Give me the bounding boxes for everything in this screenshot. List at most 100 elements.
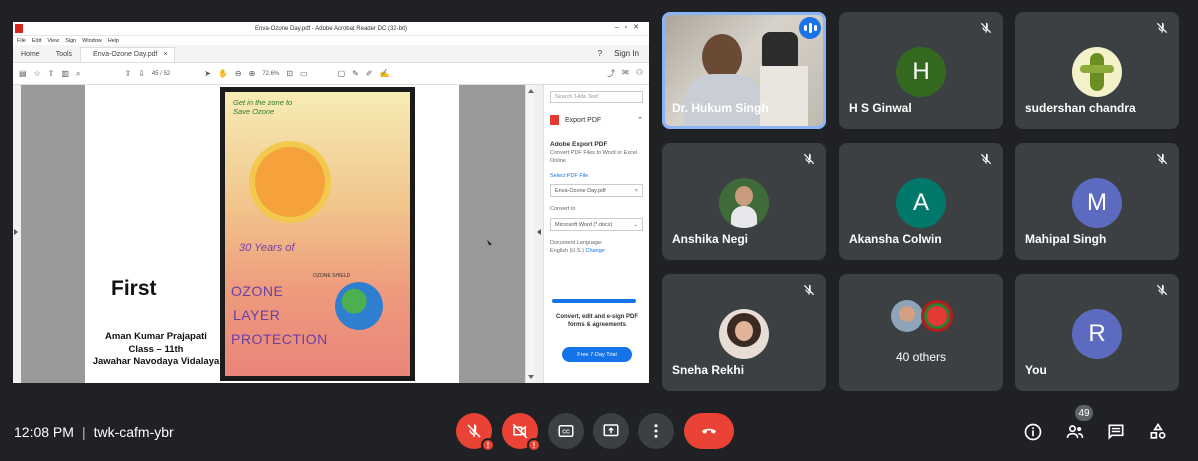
participant-name: sudershan chandra: [1025, 101, 1136, 115]
right-panel-toggle-icon[interactable]: [535, 85, 543, 383]
help-icon[interactable]: ?: [598, 49, 602, 58]
camera-button[interactable]: !: [502, 413, 541, 452]
document-viewport: First Aman Kumar Prajapati Class – 11th …: [13, 85, 649, 383]
fit-page-icon[interactable]: ⊡: [286, 69, 293, 78]
vertical-scrollbar[interactable]: [525, 85, 535, 383]
menu-help[interactable]: Help: [108, 38, 119, 44]
share-user-icon[interactable]: ⚇: [636, 68, 643, 79]
sign-icon[interactable]: ✍: [380, 69, 390, 78]
change-language-link[interactable]: Change: [585, 248, 604, 254]
print-icon[interactable]: ▥: [61, 69, 69, 78]
participant-tile-mahipal-singh[interactable]: M Mahipal Singh: [1015, 143, 1179, 260]
student-name: Aman Kumar Prajapati: [105, 331, 207, 342]
poster-artwork: Get in the zone to Save Ozone 30 Years o…: [225, 92, 410, 376]
free-trial-button[interactable]: Free 7-Day Trial: [562, 347, 632, 362]
prev-page-icon[interactable]: ⇧: [124, 69, 131, 78]
chat-button[interactable]: [1102, 418, 1130, 446]
scroll-down-icon[interactable]: [528, 375, 534, 379]
student-class: Class – 11th: [128, 343, 184, 355]
mic-off-icon: [980, 153, 992, 165]
scroll-up-icon[interactable]: [528, 89, 534, 93]
convert-to-select[interactable]: Microsoft Word (*.docx) ⌄: [550, 218, 643, 231]
export-pdf-header[interactable]: Export PDF ⌃: [544, 103, 649, 125]
share-icon[interactable]: ⤴: [607, 68, 615, 79]
people-icon: [1066, 425, 1084, 438]
email-icon[interactable]: ✉: [622, 68, 629, 79]
activities-button[interactable]: [1144, 418, 1172, 446]
zoom-out-icon[interactable]: ⊖: [235, 69, 242, 78]
leave-call-button[interactable]: [684, 413, 734, 449]
participant-tile-others[interactable]: 40 others: [839, 274, 1003, 391]
participant-tile-sneha-rekhi[interactable]: Sneha Rekhi: [662, 274, 826, 391]
participant-name: Akansha Colwin: [849, 232, 942, 246]
menu-window[interactable]: Window: [82, 38, 102, 44]
microphone-button[interactable]: !: [456, 413, 495, 452]
bookmark-star-icon[interactable]: ☆: [34, 69, 41, 78]
convert-to-value: Microsoft Word (*.docx): [555, 222, 613, 228]
menu-edit[interactable]: Edit: [32, 38, 41, 44]
find-icon[interactable]: ⌕: [76, 69, 80, 79]
export-panel-desc: Convert PDF Files to Word or Excel Onlin…: [550, 150, 638, 164]
people-button[interactable]: [1061, 418, 1089, 446]
hand-tool-icon[interactable]: ✋: [218, 69, 228, 78]
participant-tile-sudershan-chandra[interactable]: sudershan chandra: [1015, 12, 1179, 129]
tab-tools[interactable]: Tools: [48, 51, 80, 62]
participant-tile-akansha-colwin[interactable]: A Akansha Colwin: [839, 143, 1003, 260]
chevron-up-icon[interactable]: ⌃: [637, 116, 643, 124]
captions-button[interactable]: CC: [548, 413, 584, 449]
more-options-button[interactable]: [638, 413, 674, 449]
tab-document-label: Enva-Ozone Day.pdf: [93, 51, 158, 58]
selected-file-name: Enva-Ozone Day.pdf: [555, 188, 606, 194]
meeting-info-button[interactable]: [1019, 418, 1047, 446]
page-indicator[interactable]: 45 / 52: [152, 71, 170, 77]
menu-sign[interactable]: Sign: [65, 38, 76, 44]
clear-file-icon[interactable]: ×: [635, 188, 638, 194]
display-icon[interactable]: ▭: [300, 69, 308, 78]
mic-off-icon: [1156, 22, 1168, 34]
close-tab-icon[interactable]: ×: [164, 51, 168, 58]
select-pdf-file-link[interactable]: Select PDF File: [544, 165, 649, 179]
convert-to-text: Convert to: [550, 206, 576, 212]
student-credit: Aman Kumar Prajapati Class – 11th Jawaha…: [91, 331, 221, 369]
acrobat-title-bar: Enva-Ozone Day.pdf - Adobe Acrobat Reade…: [13, 22, 649, 36]
warning-icon: !: [481, 438, 495, 452]
sign-in-button[interactable]: Sign In: [614, 49, 639, 58]
participant-name: Mahipal Singh: [1025, 232, 1107, 246]
upload-icon[interactable]: ⇧: [48, 69, 55, 78]
create-icon[interactable]: ▤: [19, 69, 27, 78]
avatar: [719, 178, 769, 228]
next-page-icon[interactable]: ⇩: [138, 69, 145, 78]
avatar: A: [896, 178, 946, 228]
menu-file[interactable]: File: [17, 38, 26, 44]
tools-search-input[interactable]: Search 'Hide Text': [550, 91, 643, 103]
highlight-icon[interactable]: ✎: [352, 69, 359, 78]
tab-home[interactable]: Home: [13, 51, 48, 62]
comment-icon[interactable]: ▢: [338, 69, 346, 78]
participant-name: Anshika Negi: [672, 232, 749, 246]
participant-name: Dr. Hukum Singh: [672, 101, 769, 115]
participant-name: You: [1025, 363, 1047, 377]
avatar: [891, 300, 923, 332]
participant-tile-you[interactable]: R You: [1015, 274, 1179, 391]
menu-view[interactable]: View: [47, 38, 59, 44]
export-pdf-icon: [550, 115, 559, 125]
participant-tile-dr-hukum-singh[interactable]: Dr. Hukum Singh: [662, 12, 826, 129]
convert-button[interactable]: [552, 299, 636, 303]
placing-title: First: [111, 277, 157, 300]
mic-off-icon: [1156, 153, 1168, 165]
draw-icon[interactable]: ✐: [366, 69, 373, 78]
tab-document[interactable]: Enva-Ozone Day.pdf ×: [80, 47, 175, 62]
select-tool-icon[interactable]: ➤: [204, 69, 211, 78]
selected-file-field[interactable]: Enva-Ozone Day.pdf ×: [550, 184, 643, 197]
acrobat-logo-icon: [15, 24, 23, 33]
acrobat-right-pane: Search 'Hide Text' Export PDF ⌃ Adobe Ex…: [543, 85, 649, 383]
zoom-in-icon[interactable]: ⊕: [249, 69, 256, 78]
participant-tile-h-s-ginwal[interactable]: H H S Ginwal: [839, 12, 1003, 129]
poster-headline-1: OZONE: [231, 283, 284, 299]
participant-tile-anshika-negi[interactable]: Anshika Negi: [662, 143, 826, 260]
present-button[interactable]: [593, 413, 629, 449]
participant-name: H S Ginwal: [849, 101, 912, 115]
left-panel-toggle-icon[interactable]: [13, 85, 21, 383]
acrobat-toolbar: ▤ ☆ ⇧ ▥ ⌕ ⇧ ⇩ 45 / 52 ➤ ✋ ⊖ ⊕ 72.6% ⊡ ▭ …: [13, 63, 649, 85]
zoom-level[interactable]: 72.6%: [262, 71, 279, 77]
